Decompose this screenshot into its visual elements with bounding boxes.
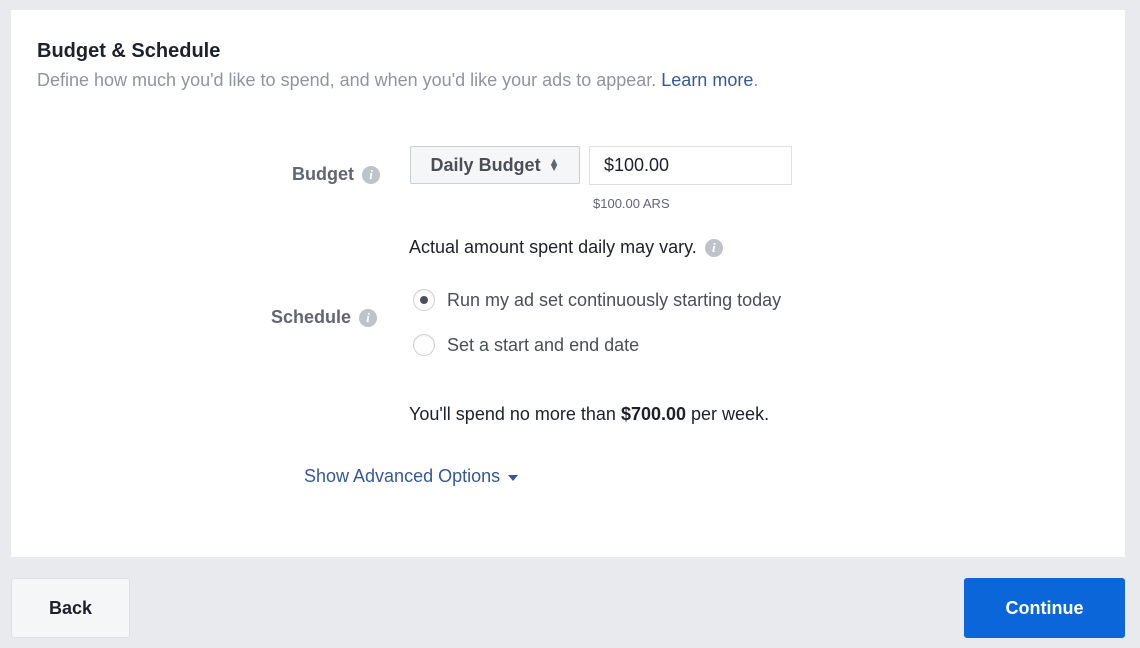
info-icon[interactable]: i: [362, 165, 380, 184]
radio-dot-icon: [420, 296, 428, 304]
budget-schedule-card: Budget & Schedule Define how much you'd …: [11, 10, 1125, 557]
subtitle-text: Define how much you'd like to spend, and…: [37, 70, 657, 90]
info-icon[interactable]: i: [704, 238, 723, 257]
section-subtitle: Define how much you'd like to spend, and…: [37, 70, 758, 91]
spend-prefix: You'll spend no more than: [409, 404, 616, 424]
schedule-option-label: Set a start and end date: [447, 334, 640, 355]
schedule-option-start-end[interactable]: Set a start and end date: [413, 334, 639, 356]
budget-amount-input[interactable]: [589, 146, 792, 185]
back-button[interactable]: Back: [11, 578, 130, 638]
budget-label-row: Budget i: [292, 164, 380, 185]
budget-note-text: Actual amount spent daily may vary.: [409, 237, 697, 257]
learn-more-link[interactable]: Learn more: [661, 70, 753, 90]
schedule-option-continuous[interactable]: Run my ad set continuously starting toda…: [413, 289, 781, 311]
show-advanced-options-link[interactable]: Show Advanced Options: [304, 466, 519, 487]
budget-note: Actual amount spent daily may vary. i: [409, 237, 723, 258]
spend-suffix: per week.: [691, 404, 770, 424]
radio-button-selected[interactable]: [413, 289, 435, 311]
budget-type-select[interactable]: Daily Budget ▲ ▼: [410, 146, 580, 184]
schedule-option-label: Run my ad set continuously starting toda…: [447, 289, 782, 310]
spend-summary: You'll spend no more than $700.00 per we…: [409, 404, 769, 425]
budget-label: Budget: [292, 164, 354, 184]
sort-arrows-icon: ▲ ▼: [548, 156, 560, 174]
converted-amount: $100.00 ARS: [593, 196, 670, 211]
subtitle-end: .: [753, 70, 759, 90]
schedule-label: Schedule: [271, 307, 352, 327]
schedule-label-row: Schedule i: [271, 307, 378, 328]
spend-amount: $700.00: [620, 404, 687, 424]
continue-button[interactable]: Continue: [964, 578, 1125, 638]
info-icon[interactable]: i: [359, 308, 378, 327]
budget-type-value: Daily Budget: [430, 154, 541, 175]
caret-down-icon: [508, 474, 519, 481]
radio-button[interactable]: [413, 334, 435, 356]
advanced-options-label: Show Advanced Options: [304, 466, 501, 486]
section-title: Budget & Schedule: [37, 40, 221, 62]
